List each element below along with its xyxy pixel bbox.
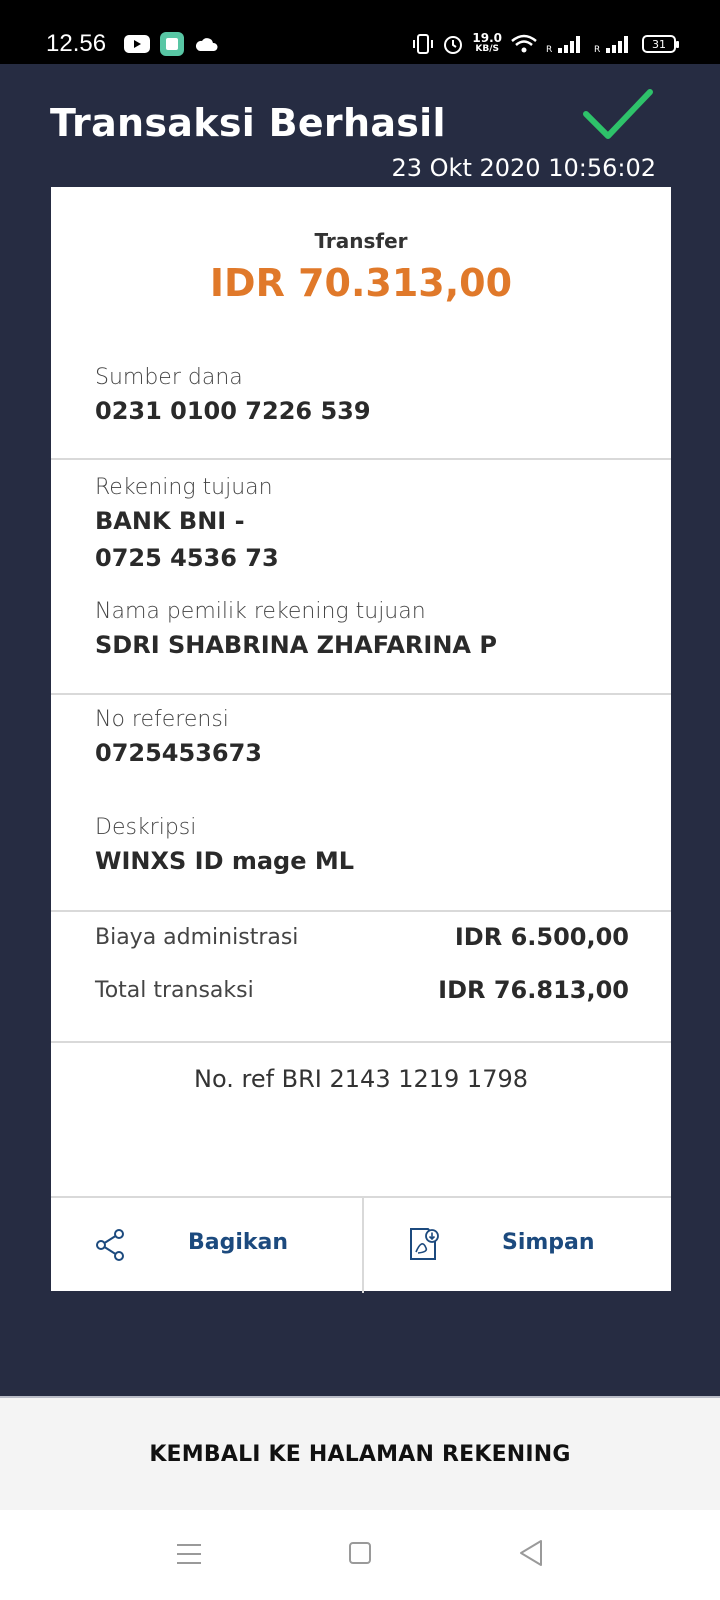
admin-fee-value: IDR 6.500,00 — [454, 923, 629, 951]
dest-bank: BANK BNI - — [95, 507, 245, 535]
app-icon — [160, 32, 184, 56]
home-icon[interactable] — [348, 1540, 372, 1566]
reference-label: No referensi — [95, 707, 229, 732]
status-icons-right: 19.0 KB/S R R 31 — [412, 30, 679, 58]
signal-icon: R — [546, 36, 580, 54]
divider — [51, 1041, 671, 1043]
status-icons-left — [124, 30, 218, 58]
menu-icon[interactable] — [176, 1542, 202, 1566]
pdf-download-icon — [410, 1228, 439, 1260]
status-time: 12.56 — [46, 30, 107, 57]
back-icon[interactable] — [518, 1539, 544, 1567]
description-label: Deskripsi — [95, 815, 197, 840]
status-bar: 12.56 19.0 KB/S R R 31 — [0, 0, 720, 64]
divider — [51, 693, 671, 695]
reference-value: 0725453673 — [95, 739, 262, 767]
total-value: IDR 76.813,00 — [438, 976, 629, 1004]
youtube-icon — [124, 35, 150, 53]
share-button[interactable]: Bagikan — [51, 1198, 362, 1293]
save-pdf-button[interactable]: Simpan — [364, 1198, 671, 1293]
dest-owner-value: SDRI SHABRINA ZHAFARINA P — [95, 631, 497, 659]
action-bar: Bagikan Simpan — [51, 1196, 671, 1293]
share-icon — [96, 1229, 124, 1261]
admin-fee-label: Biaya administrasi — [95, 925, 299, 950]
source-label: Sumber dana — [95, 365, 243, 390]
divider — [51, 910, 671, 912]
svg-text:R: R — [546, 45, 552, 54]
vibrate-icon — [413, 34, 434, 54]
dest-owner-label: Nama pemilik rekening tujuan — [95, 599, 426, 624]
transaction-timestamp: 23 Okt 2020 10:56:02 — [391, 154, 657, 182]
svg-text:R: R — [594, 45, 600, 54]
share-label: Bagikan — [188, 1230, 289, 1255]
cloud-icon — [195, 38, 218, 51]
bri-reference: No. ref BRI 2143 1219 1798 — [194, 1065, 528, 1093]
receipt-card: Transfer IDR 70.313,00 Sumber dana 0231 … — [51, 187, 671, 1293]
check-icon — [583, 89, 653, 139]
net-speed-value: 19.0 — [472, 31, 502, 45]
signal-icon: R — [594, 36, 628, 54]
description-value: WINXS ID mage ML — [95, 847, 355, 875]
dest-account-number: 0725 4536 73 — [95, 544, 279, 572]
wifi-icon — [511, 34, 537, 53]
net-speed: 19.0 KB/S — [472, 31, 502, 55]
back-to-account-button[interactable]: KEMBALI KE HALAMAN REKENING — [0, 1396, 720, 1510]
transaction-amount: IDR 70.313,00 — [209, 261, 513, 305]
source-value: 0231 0100 7226 539 — [95, 397, 371, 425]
dest-account-label: Rekening tujuan — [95, 475, 273, 500]
page-title: Transaksi Berhasil — [50, 101, 446, 145]
system-nav-bar — [0, 1510, 720, 1600]
alarm-icon — [444, 36, 463, 54]
save-label: Simpan — [502, 1230, 595, 1255]
divider — [51, 458, 671, 460]
transaction-type: Transfer — [314, 229, 408, 253]
net-speed-unit: KB/S — [475, 44, 499, 54]
total-label: Total transaksi — [95, 978, 254, 1003]
battery-indicator: 31 — [642, 35, 679, 53]
